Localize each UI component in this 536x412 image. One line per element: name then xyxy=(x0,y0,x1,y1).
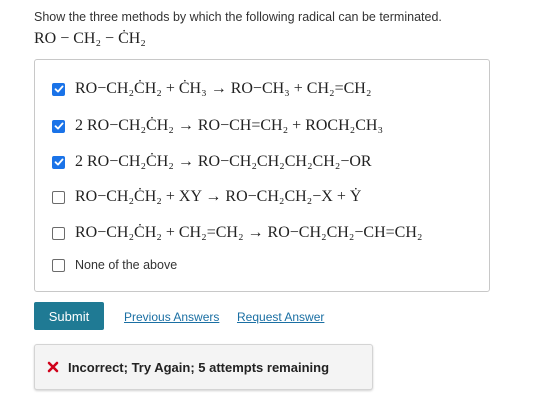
option-5[interactable]: RO−CH₂ĊH₂ + CH₂=CH₂ → RO−CH₂CH₂−CH=CH₂ xyxy=(52,224,422,242)
option-1-label: RO−CH₂ĊH₂ + ĊH₃ → RO−CH₃ + CH₂=CH₂ xyxy=(75,80,372,97)
option-2[interactable]: 2 RO−CH₂ĊH₂ → RO−CH=CH₂ + ROCH₂CH₃ xyxy=(52,117,383,135)
option-3[interactable]: 2 RO−CH₂ĊH₂ → RO−CH₂CH₂CH₂CH₂−OR xyxy=(52,153,372,171)
question-prompt: Show the three methods by which the foll… xyxy=(34,10,442,24)
previous-answers-link[interactable]: Previous Answers xyxy=(124,310,219,324)
radical-formula: RO − CH₂ − ĊH₂ xyxy=(34,30,146,47)
answer-options-box: RO−CH₂ĊH₂ + ĊH₃ → RO−CH₃ + CH₂=CH₂ 2 RO−… xyxy=(34,59,490,292)
feedback-message-box: Incorrect; Try Again; 5 attempts remaini… xyxy=(34,344,373,390)
option-4[interactable]: RO−CH₂ĊH₂ + XY → RO−CH₂CH₂−X + Ẏ xyxy=(52,188,361,206)
option-3-label: 2 RO−CH₂ĊH₂ → RO−CH₂CH₂CH₂CH₂−OR xyxy=(75,153,372,170)
option-5-label: RO−CH₂ĊH₂ + CH₂=CH₂ → RO−CH₂CH₂−CH=CH₂ xyxy=(75,224,423,241)
checkbox-unchecked-icon[interactable] xyxy=(52,190,65,204)
checkbox-checked-icon[interactable] xyxy=(52,119,65,133)
feedback-text: Incorrect; Try Again; 5 attempts remaini… xyxy=(68,359,330,375)
option-1[interactable]: RO−CH₂ĊH₂ + ĊH₃ → RO−CH₃ + CH₂=CH₂ xyxy=(52,80,371,98)
option-6-label: None of the above xyxy=(75,258,178,272)
checkbox-unchecked-icon[interactable] xyxy=(52,226,65,240)
request-answer-link[interactable]: Request Answer xyxy=(237,310,324,324)
checkbox-checked-icon[interactable] xyxy=(52,82,65,96)
option-4-label: RO−CH₂ĊH₂ + XY → RO−CH₂CH₂−X + Ẏ xyxy=(75,188,362,205)
option-2-label: 2 RO−CH₂ĊH₂ → RO−CH=CH₂ + ROCH₂CH₃ xyxy=(75,117,384,134)
checkbox-checked-icon[interactable] xyxy=(52,155,65,169)
x-icon xyxy=(47,361,59,373)
option-6[interactable]: None of the above xyxy=(52,258,177,272)
submit-button[interactable]: Submit xyxy=(34,302,104,330)
checkbox-unchecked-icon[interactable] xyxy=(52,258,65,272)
